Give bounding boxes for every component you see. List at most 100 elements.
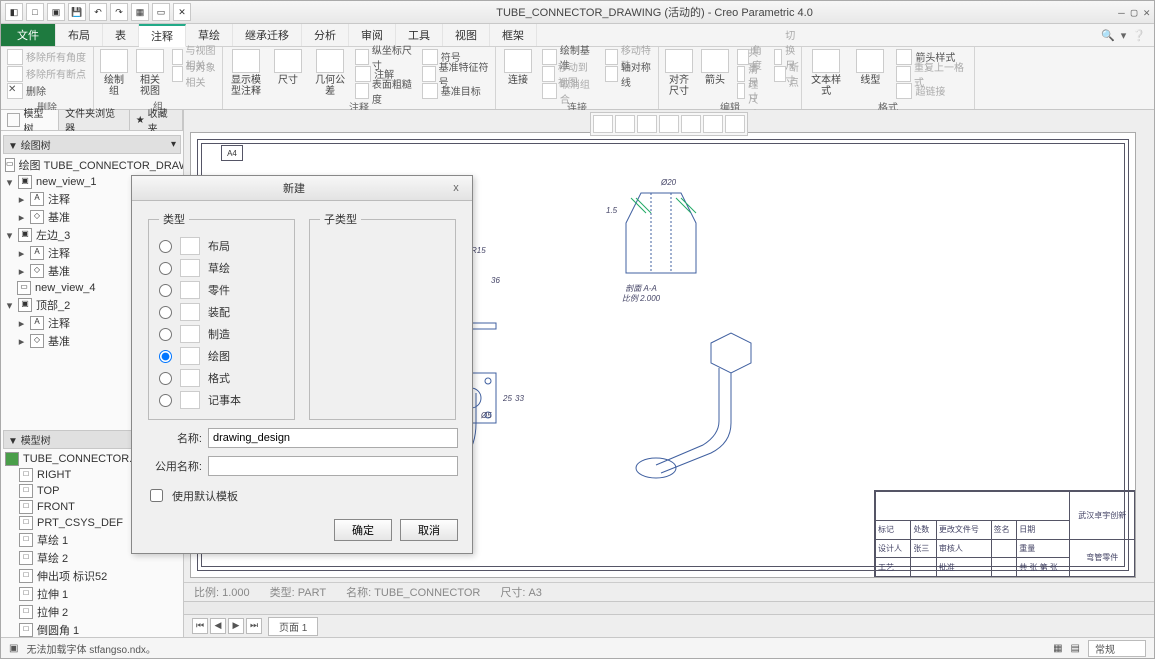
- save-icon[interactable]: 💾: [68, 3, 86, 21]
- model-tree-item[interactable]: □拉伸 1: [5, 585, 181, 603]
- type-radio[interactable]: [159, 240, 172, 253]
- break-pt-icon[interactable]: [774, 66, 786, 82]
- options-icon[interactable]: ▾: [1121, 29, 1127, 42]
- redo-icon[interactable]: ↷: [110, 3, 128, 21]
- move-view-icon[interactable]: [542, 66, 555, 82]
- type-radio[interactable]: [159, 284, 172, 297]
- use-default-template-checkbox[interactable]: [150, 489, 163, 502]
- type-option-1[interactable]: 草绘: [159, 257, 284, 279]
- tab-file[interactable]: 文件: [1, 24, 56, 46]
- ordinate-icon[interactable]: [355, 49, 369, 65]
- text-style-icon[interactable]: [812, 49, 840, 73]
- delete-icon[interactable]: ✕: [7, 83, 23, 99]
- clean-dim-icon[interactable]: [737, 83, 745, 99]
- close-button[interactable]: ✕: [1143, 6, 1150, 19]
- zoom-in-icon[interactable]: [615, 115, 635, 133]
- type-option-0[interactable]: 布局: [159, 235, 284, 257]
- type-radio[interactable]: [159, 394, 172, 407]
- tab-table[interactable]: 表: [103, 24, 139, 46]
- dimension-icon[interactable]: [274, 49, 302, 73]
- axis-icon[interactable]: [605, 66, 618, 82]
- draw-group-icon[interactable]: [100, 49, 128, 73]
- undo-icon[interactable]: ↶: [89, 3, 107, 21]
- tab-annotate[interactable]: 注释: [139, 24, 186, 47]
- regen-icon[interactable]: ▦: [131, 3, 149, 21]
- help-icon[interactable]: ❔: [1132, 29, 1146, 42]
- open-icon[interactable]: ▣: [47, 3, 65, 21]
- arrow-icon[interactable]: [701, 49, 729, 73]
- remove-angle-icon[interactable]: [7, 49, 23, 65]
- tab-view[interactable]: 视图: [443, 24, 490, 46]
- type-option-7[interactable]: 记事本: [159, 389, 284, 411]
- h-scrollbar[interactable]: [184, 601, 1154, 614]
- pan-icon[interactable]: [659, 115, 679, 133]
- search-icon[interactable]: 🔍: [1101, 29, 1115, 42]
- selection-filter[interactable]: 常规: [1088, 640, 1146, 657]
- windows-icon[interactable]: ▭: [152, 3, 170, 21]
- obj-rel-icon[interactable]: [172, 66, 183, 82]
- type-radio[interactable]: [159, 262, 172, 275]
- model-tree-item[interactable]: □拉伸 2: [5, 603, 181, 621]
- type-option-2[interactable]: 零件: [159, 279, 284, 301]
- common-name-input[interactable]: [208, 456, 458, 476]
- tab-inherit[interactable]: 继承迁移: [233, 24, 302, 46]
- type-radio[interactable]: [159, 328, 172, 341]
- type-radio[interactable]: [159, 372, 172, 385]
- panel-tab-browser[interactable]: 文件夹浏览器: [59, 110, 130, 130]
- type-radio[interactable]: [159, 306, 172, 319]
- sheet-tab-1[interactable]: 页面 1: [268, 617, 318, 636]
- model-tree-item[interactable]: □伸出项 标识52: [5, 567, 181, 585]
- repeat-fmt-icon[interactable]: [896, 66, 911, 82]
- panel-tab-fav[interactable]: ★收藏夹: [130, 110, 183, 130]
- new-icon[interactable]: □: [26, 3, 44, 21]
- panel-tab-model[interactable]: 模型树: [1, 110, 59, 130]
- tab-layout[interactable]: 布局: [56, 24, 103, 46]
- datum-display-icon[interactable]: [725, 115, 745, 133]
- share-dim-icon[interactable]: [737, 66, 745, 82]
- model-tree-item[interactable]: □倒圆角 1: [5, 621, 181, 637]
- type-radio[interactable]: [159, 350, 172, 363]
- name-input[interactable]: [208, 428, 458, 448]
- surface-finish-icon[interactable]: [355, 83, 369, 99]
- move-special-icon[interactable]: [605, 49, 618, 65]
- line-style-icon[interactable]: [856, 49, 884, 73]
- datum-feat-icon[interactable]: [422, 66, 436, 82]
- related-view-icon[interactable]: [136, 49, 164, 73]
- cancel-button[interactable]: 取消: [400, 519, 458, 541]
- geom-icon[interactable]: ▦: [1053, 643, 1062, 654]
- datum-target-icon[interactable]: [422, 83, 438, 99]
- arrow-style-icon[interactable]: [896, 49, 912, 65]
- prev-sheet-icon[interactable]: ◀: [210, 618, 226, 634]
- type-option-5[interactable]: 绘图: [159, 345, 284, 367]
- attach-icon[interactable]: [504, 49, 532, 73]
- type-option-3[interactable]: 装配: [159, 301, 284, 323]
- type-option-6[interactable]: 格式: [159, 367, 284, 389]
- ok-button[interactable]: 确定: [334, 519, 392, 541]
- symbol-icon[interactable]: [422, 49, 438, 65]
- ungroup-icon[interactable]: [542, 83, 557, 99]
- filter-icon[interactable]: ▤: [1071, 643, 1080, 654]
- refit-icon[interactable]: [681, 115, 701, 133]
- display-icon[interactable]: [703, 115, 723, 133]
- draw-datum-icon[interactable]: [542, 49, 557, 65]
- zoom-fit-icon[interactable]: [593, 115, 613, 133]
- hyperlink-icon[interactable]: [896, 83, 912, 99]
- align-dim-icon[interactable]: [665, 49, 693, 73]
- note-icon[interactable]: [355, 66, 371, 82]
- angle-edit-icon[interactable]: [737, 49, 749, 65]
- maximize-button[interactable]: ▢: [1131, 6, 1138, 19]
- last-sheet-icon[interactable]: ⏭: [246, 618, 262, 634]
- show-model-ann-icon[interactable]: [232, 49, 260, 73]
- close-doc-icon[interactable]: ✕: [173, 3, 191, 21]
- dialog-close-button[interactable]: x: [448, 182, 464, 194]
- view-rel-icon[interactable]: [172, 49, 183, 65]
- tab-frame[interactable]: 框架: [490, 24, 537, 46]
- msg-icon[interactable]: ▣: [9, 643, 18, 654]
- switch-dim-icon[interactable]: [774, 49, 782, 65]
- remove-break-icon[interactable]: [7, 66, 23, 82]
- first-sheet-icon[interactable]: ⏮: [192, 618, 208, 634]
- app-icon[interactable]: ◧: [5, 3, 23, 21]
- next-sheet-icon[interactable]: ▶: [228, 618, 244, 634]
- gtol-icon[interactable]: [316, 49, 344, 73]
- minimize-button[interactable]: —: [1118, 6, 1125, 19]
